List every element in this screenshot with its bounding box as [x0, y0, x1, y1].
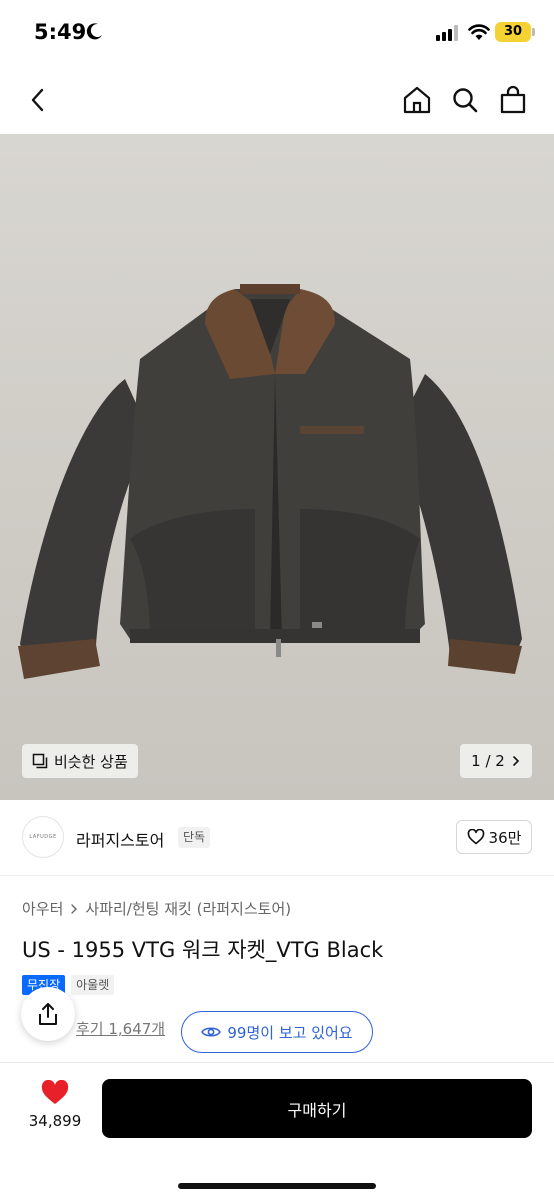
chevron-right-icon — [513, 756, 519, 766]
similar-products-label: 비슷한 상품 — [54, 752, 128, 771]
buy-button[interactable]: 구매하기 — [102, 1079, 532, 1138]
back-button[interactable] — [20, 82, 56, 118]
battery-indicator: 30 — [495, 22, 531, 42]
heart-outline-icon — [467, 829, 484, 845]
search-button[interactable] — [447, 82, 483, 118]
jacket-illustration — [18, 284, 522, 679]
moon-icon — [86, 23, 102, 40]
viewers-indicator: 99명이 보고 있어요 — [181, 1011, 373, 1053]
store-row: LAFUDGE 라퍼지스토어 단독 36만 — [0, 800, 554, 876]
shopping-bag-icon — [500, 85, 526, 114]
page-indicator-text: 1 / 2 — [471, 752, 505, 770]
similar-products-button[interactable]: 비슷한 상품 — [22, 744, 138, 778]
badge-outlet: 아울렛 — [71, 975, 115, 995]
review-link[interactable]: 후기 1,647개 — [76, 1018, 165, 1039]
store-like-button[interactable]: 36만 — [456, 820, 532, 854]
breadcrumb-category[interactable]: 아우터 — [22, 898, 63, 919]
chevron-left-icon — [31, 88, 44, 112]
product-title: US - 1955 VTG 워크 자켓_VTG Black — [22, 938, 384, 962]
store-name[interactable]: 라퍼지스토어 — [76, 827, 164, 851]
buy-button-label: 구매하기 — [287, 1100, 347, 1120]
image-page-indicator[interactable]: 1 / 2 — [460, 744, 532, 778]
bottom-divider — [0, 1062, 554, 1063]
cart-button[interactable] — [495, 82, 531, 118]
chevron-right-icon — [71, 903, 78, 914]
similar-items-icon — [32, 753, 48, 769]
product-like-button[interactable]: 34,899 — [18, 1080, 92, 1140]
home-indicator — [178, 1183, 376, 1189]
eye-icon — [201, 1027, 222, 1037]
home-icon — [403, 86, 431, 114]
battery-tip — [532, 28, 535, 36]
store-exclusive-tag: 단독 — [178, 827, 211, 848]
search-icon — [453, 88, 478, 113]
heart-filled-icon — [41, 1080, 69, 1104]
store-logo-text: LAFUDGE — [29, 834, 57, 840]
viewers-text: 99명이 보고 있어요 — [227, 1023, 353, 1042]
navigation-bar — [0, 66, 554, 134]
store-like-count: 36만 — [488, 828, 522, 847]
product-like-count: 34,899 — [28, 1112, 82, 1130]
breadcrumb-subcategory[interactable]: 사파리/헌팅 재킷 (라퍼지스토어) — [85, 898, 291, 919]
wifi-icon — [468, 24, 490, 40]
status-time: 5:49 — [34, 20, 87, 44]
home-button[interactable] — [399, 82, 435, 118]
signal-icon — [436, 25, 458, 41]
store-logo[interactable]: LAFUDGE — [22, 816, 64, 858]
breadcrumb: 아우터 사파리/헌팅 재킷 (라퍼지스토어) — [22, 898, 291, 919]
status-bar: 5:49 30 — [0, 0, 554, 66]
product-image[interactable]: 비슷한 상품 1 / 2 — [0, 134, 554, 800]
share-icon — [39, 1003, 57, 1025]
share-button[interactable] — [21, 987, 75, 1041]
